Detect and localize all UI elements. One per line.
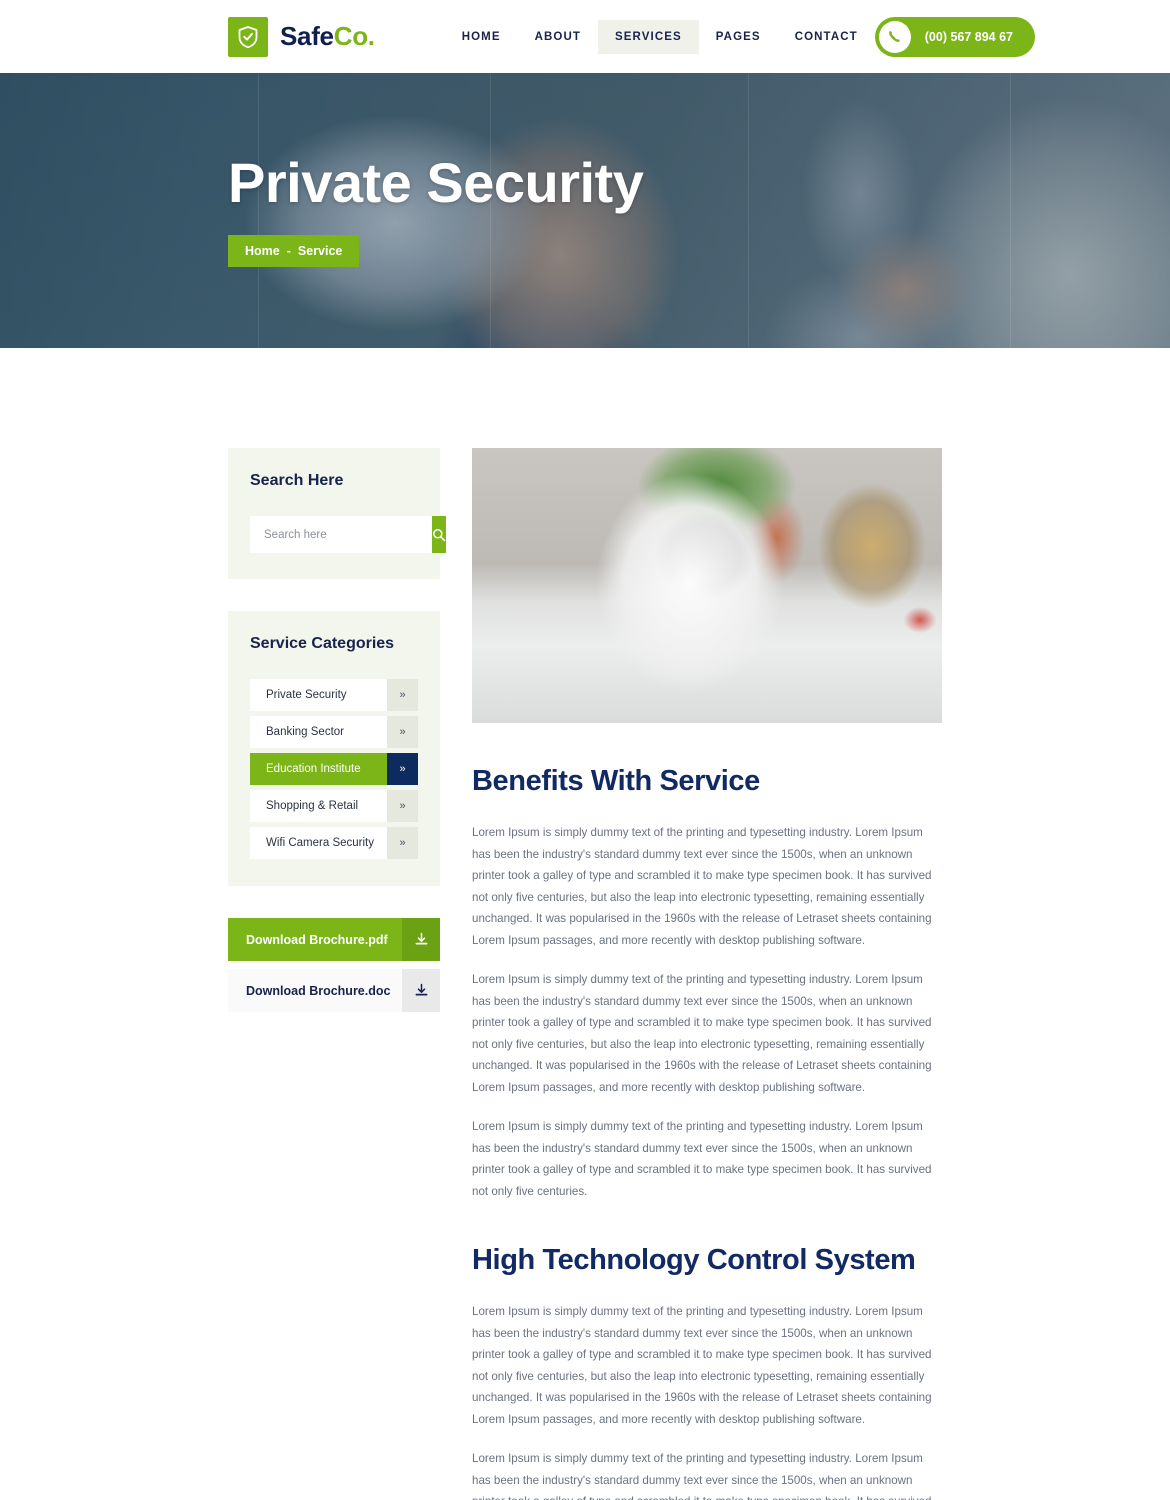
page-body: Search Here Service Categories Private S… <box>0 348 1170 1500</box>
main-content: Benefits With Service Lorem Ipsum is sim… <box>472 448 942 1500</box>
hero-banner: Private Security Home - Service <box>0 73 1170 348</box>
download-icon <box>402 969 440 1012</box>
breadcrumb-home[interactable]: Home <box>245 244 280 258</box>
main-navigation: HOME ABOUT SERVICES PAGES CONTACT <box>445 19 875 54</box>
phone-number: (00) 567 894 67 <box>924 29 1014 44</box>
breadcrumb: Home - Service <box>228 234 360 267</box>
download-pdf-label: Download Brochure.pdf <box>228 918 402 961</box>
download-brochure-doc-button[interactable]: Download Brochure.doc <box>228 969 440 1012</box>
download-doc-label: Download Brochure.doc <box>228 969 402 1012</box>
page-title: Private Security <box>228 151 644 215</box>
chevron-double-right-icon: » <box>387 716 418 748</box>
logo-text-accent: Co. <box>333 21 375 51</box>
nav-item-about[interactable]: ABOUT <box>518 20 598 54</box>
category-label: Private Security <box>250 679 387 711</box>
site-header: SafeCo. HOME ABOUT SERVICES PAGES CONTAC… <box>0 0 1170 73</box>
category-item-banking-sector[interactable]: Banking Sector » <box>250 716 418 748</box>
download-icon <box>402 918 440 961</box>
nav-item-pages[interactable]: PAGES <box>699 20 778 54</box>
phone-icon <box>878 20 911 53</box>
section-paragraph: Lorem Ipsum is simply dummy text of the … <box>472 1452 931 1500</box>
section-paragraph: Lorem Ipsum is simply dummy text of the … <box>472 973 932 1094</box>
chevron-double-right-icon: » <box>387 827 418 859</box>
search-icon <box>433 528 446 541</box>
nav-item-contact[interactable]: CONTACT <box>778 20 875 54</box>
category-label: Wifi Camera Security <box>250 827 387 859</box>
category-item-private-security[interactable]: Private Security » <box>250 679 418 711</box>
category-label: Shopping & Retail <box>250 790 387 822</box>
category-item-wifi-camera-security[interactable]: Wifi Camera Security » <box>250 827 418 859</box>
chevron-double-right-icon: » <box>387 790 418 822</box>
nav-item-services[interactable]: SERVICES <box>598 19 699 54</box>
nav-item-home[interactable]: HOME <box>445 20 518 54</box>
section-heading-benefits: Benefits With Service <box>472 765 760 797</box>
sidebar: Search Here Service Categories Private S… <box>228 448 446 1500</box>
search-input[interactable] <box>250 516 432 553</box>
chevron-double-right-icon: » <box>387 679 418 711</box>
logo-text-dark: Safe <box>280 21 334 51</box>
search-widget-title: Search Here <box>250 472 344 489</box>
breadcrumb-separator: - <box>286 243 291 258</box>
downloads-widget: Download Brochure.pdf Download Brochure.… <box>228 918 440 1012</box>
breadcrumb-current: Service <box>297 243 343 258</box>
category-item-shopping-retail[interactable]: Shopping & Retail » <box>250 790 418 822</box>
chevron-double-right-icon: » <box>387 753 418 785</box>
shield-check-icon <box>228 16 268 57</box>
section-paragraph: Lorem Ipsum is simply dummy text of the … <box>472 826 932 947</box>
logo-text: SafeCo. <box>280 21 375 52</box>
search-button[interactable] <box>432 516 446 553</box>
phone-button[interactable]: (00) 567 894 67 <box>874 16 1036 57</box>
section-paragraph: Lorem Ipsum is simply dummy text of the … <box>472 1120 932 1198</box>
search-form <box>250 516 446 553</box>
service-feature-image <box>472 448 942 723</box>
section-heading-high-technology: High Technology Control System <box>472 1244 916 1276</box>
section-paragraph: Lorem Ipsum is simply dummy text of the … <box>472 1305 932 1426</box>
category-label: Education Institute <box>250 753 387 785</box>
search-widget: Search Here <box>228 448 446 579</box>
download-brochure-pdf-button[interactable]: Download Brochure.pdf <box>228 918 440 961</box>
categories-widget-title: Service Categories <box>250 635 395 652</box>
category-item-education-institute[interactable]: Education Institute » <box>250 753 418 785</box>
service-categories-widget: Service Categories Private Security » Ba… <box>228 611 440 886</box>
logo[interactable]: SafeCo. <box>228 16 375 57</box>
category-label: Banking Sector <box>250 716 387 748</box>
